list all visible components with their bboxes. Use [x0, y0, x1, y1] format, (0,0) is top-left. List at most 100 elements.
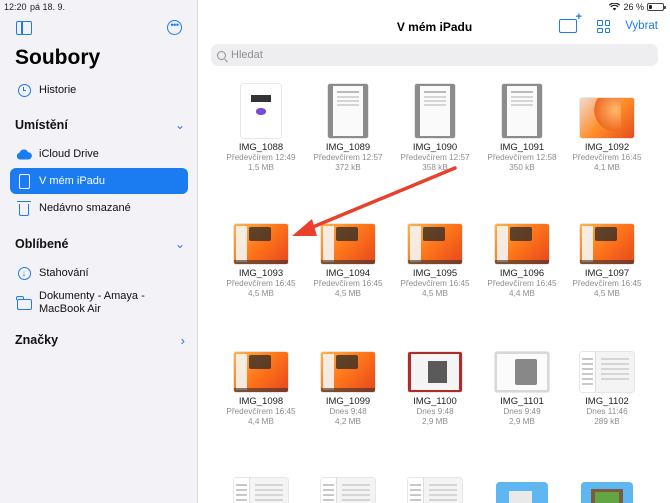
folder-item[interactable]: [480, 482, 564, 503]
file-item[interactable]: [393, 478, 477, 503]
file-thumbnail: [580, 224, 634, 264]
file-thumbnail: [408, 478, 462, 503]
file-item[interactable]: IMG_1091 Předevčírem 12:58 350 kB: [480, 84, 564, 173]
file-item[interactable]: IMG_1099 Dnes 9:48 4,2 MB: [306, 352, 390, 427]
file-size: 4,2 MB: [335, 417, 361, 426]
file-name: IMG_1097: [584, 268, 630, 279]
wifi-icon: [609, 3, 621, 11]
file-item[interactable]: IMG_1094 Předevčírem 16:45 4,5 MB: [306, 224, 390, 299]
file-size: 2,9 MB: [509, 417, 535, 426]
sidebar-item-label: Stahování: [39, 267, 89, 279]
file-thumbnail: [234, 352, 288, 392]
file-item[interactable]: IMG_1092 Předevčírem 16:45 4,1 MB: [565, 98, 649, 173]
file-date: Předevčírem 16:45: [226, 279, 296, 288]
file-name: IMG_1091: [499, 142, 545, 153]
file-date: Dnes 9:48: [416, 407, 454, 416]
section-tags-header[interactable]: Značky ›: [15, 333, 185, 348]
grid-view-icon[interactable]: [597, 20, 610, 33]
section-title: Oblíbené: [15, 237, 69, 251]
file-name: IMG_1094: [325, 268, 371, 279]
main-content: V mém iPadu Vybrat IMG_1088 Předevčírem …: [199, 0, 670, 503]
sidebar-item-label: iCloud Drive: [39, 148, 99, 160]
chevron-down-icon[interactable]: ⌄: [175, 237, 185, 251]
sidebar-item-recents[interactable]: Historie: [10, 77, 188, 103]
file-date: Předevčírem 16:45: [226, 407, 296, 416]
file-thumbnail: [321, 478, 375, 503]
sidebar-item-recently-deleted[interactable]: Nedávno smazané: [10, 195, 188, 221]
section-favorites-header[interactable]: Oblíbené ⌄: [15, 237, 185, 251]
file-thumbnail: [580, 98, 634, 138]
file-item[interactable]: [306, 478, 390, 503]
chevron-down-icon[interactable]: ⌄: [175, 118, 185, 132]
file-name: IMG_1093: [238, 268, 284, 279]
file-thumbnail: [321, 224, 375, 264]
file-size: 4,5 MB: [248, 289, 274, 298]
search-input[interactable]: [231, 49, 631, 61]
file-date: Dnes 9:48: [329, 407, 367, 416]
sidebar-toggle-icon[interactable]: [16, 21, 32, 35]
file-thumbnail: [321, 352, 375, 392]
file-date: Předevčírem 16:45: [572, 153, 642, 162]
file-thumbnail: [415, 84, 455, 138]
file-name: IMG_1099: [325, 396, 371, 407]
file-size: 4,4 MB: [248, 417, 274, 426]
file-size: 4,5 MB: [594, 289, 620, 298]
search-bar[interactable]: [211, 44, 658, 66]
file-size: 372 kB: [335, 163, 361, 172]
folder-icon: [581, 482, 633, 503]
file-thumbnail: [234, 478, 288, 503]
sidebar-item-on-my-ipad[interactable]: V mém iPadu: [10, 168, 188, 194]
file-item[interactable]: IMG_1089 Předevčírem 12:57 372 kB: [306, 84, 390, 173]
sidebar-item-label: Dokumenty - Amaya - MacBook Air: [39, 290, 145, 315]
file-item[interactable]: IMG_1101 Dnes 9:49 2,9 MB: [480, 352, 564, 427]
folder-item[interactable]: [565, 482, 649, 503]
sidebar-item-documents-folder[interactable]: Dokumenty - Amaya - MacBook Air: [10, 287, 188, 319]
file-item[interactable]: IMG_1088 Předevčírem 12:49 1,5 MB: [219, 84, 303, 173]
section-title: Značky: [15, 333, 59, 347]
file-item[interactable]: [219, 478, 303, 503]
file-item[interactable]: IMG_1090 Předevčírem 12:57 358 kB: [393, 84, 477, 173]
status-date: pá 18. 9.: [30, 2, 66, 12]
file-item[interactable]: IMG_1098 Předevčírem 16:45 4,4 MB: [219, 352, 303, 427]
file-size: 358 kB: [422, 163, 448, 172]
file-item[interactable]: IMG_1102 Dnes 11:46 289 kB: [565, 352, 649, 427]
sidebar-item-label: Nedávno smazané: [39, 202, 131, 214]
select-button[interactable]: Vybrat: [625, 20, 658, 32]
file-date: Předevčírem 16:45: [313, 279, 383, 288]
sidebar-title: Soubory: [15, 46, 101, 69]
sidebar-item-downloads[interactable]: ↓ Stahování: [10, 260, 188, 286]
file-date: Předevčírem 12:49: [226, 153, 296, 162]
sidebar: ••• Soubory Historie Umístění ⌄ iCloud D…: [0, 0, 198, 503]
file-item[interactable]: IMG_1093 Předevčírem 16:45 4,5 MB: [219, 224, 303, 299]
file-item[interactable]: IMG_1095 Předevčírem 16:45 4,5 MB: [393, 224, 477, 299]
file-item[interactable]: IMG_1100 Dnes 9:48 2,9 MB: [393, 352, 477, 427]
section-title: Umístění: [15, 118, 68, 132]
sidebar-item-icloud-drive[interactable]: iCloud Drive: [10, 141, 188, 167]
sidebar-item-label: Historie: [39, 84, 77, 96]
battery-icon: [647, 3, 666, 11]
new-folder-icon[interactable]: [559, 11, 582, 33]
folder-icon: [496, 482, 548, 503]
sidebar-toolbar: •••: [0, 20, 198, 40]
file-name: IMG_1102: [585, 396, 629, 407]
file-thumbnail: [495, 224, 549, 264]
clock-icon: [16, 82, 32, 98]
file-size: 350 kB: [509, 163, 535, 172]
file-thumbnail: [241, 84, 281, 138]
file-name: IMG_1098: [238, 396, 284, 407]
battery-percent: 26 %: [623, 2, 644, 12]
sidebar-item-label: V mém iPadu: [39, 175, 106, 187]
status-bar: 12:20 pá 18. 9. 26 %: [0, 0, 670, 14]
file-item[interactable]: IMG_1097 Předevčírem 16:45 4,5 MB: [565, 224, 649, 299]
status-time: 12:20: [4, 2, 27, 12]
file-thumbnail: [408, 352, 462, 392]
more-options-icon[interactable]: •••: [167, 20, 182, 35]
chevron-right-icon[interactable]: ›: [181, 333, 185, 348]
trash-icon: [16, 200, 32, 216]
section-locations-header[interactable]: Umístění ⌄: [15, 118, 185, 132]
file-name: IMG_1101: [500, 396, 544, 407]
file-thumbnail: [495, 352, 549, 392]
file-size: 4,5 MB: [422, 289, 448, 298]
file-item[interactable]: IMG_1096 Předevčírem 16:45 4,4 MB: [480, 224, 564, 299]
search-icon: [217, 50, 226, 60]
